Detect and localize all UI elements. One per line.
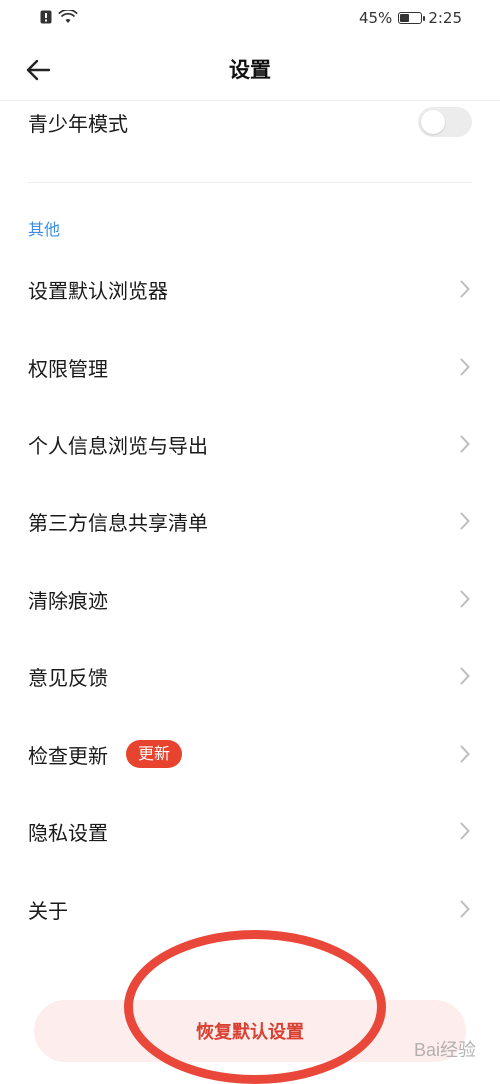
settings-item-label: 清除痕迹 <box>28 588 108 613</box>
battery-icon <box>398 12 426 24</box>
settings-item-default-browser[interactable]: 设置默认浏览器 <box>28 259 472 319</box>
settings-item-clear-traces[interactable]: 清除痕迹 <box>28 569 472 629</box>
status-right: 45% 2:25 <box>359 9 462 27</box>
chevron-right-icon <box>458 589 472 609</box>
settings-item-personal-info[interactable]: 个人信息浏览与导出 <box>28 414 472 474</box>
settings-item-label: 意见反馈 <box>28 665 108 690</box>
settings-item-permissions[interactable]: 权限管理 <box>28 337 472 397</box>
check-update-left: 检查更新 更新 <box>28 740 183 769</box>
youth-mode-toggle[interactable] <box>418 107 472 137</box>
settings-item-label: 权限管理 <box>28 356 108 381</box>
youth-mode-label: 青少年模式 <box>28 111 128 136</box>
toggle-knob <box>421 110 445 134</box>
chevron-right-icon <box>458 821 472 841</box>
chevron-right-icon <box>458 279 472 299</box>
settings-item-feedback[interactable]: 意见反馈 <box>28 646 472 706</box>
notification-alert-icon <box>40 10 52 24</box>
wifi-icon <box>58 10 78 23</box>
battery-percent: 45% <box>358 9 393 27</box>
status-bar: 45% 2:25 <box>0 0 500 38</box>
settings-item-privacy[interactable]: 隐私设置 <box>28 801 472 861</box>
settings-item-third-party-sharing[interactable]: 第三方信息共享清单 <box>28 491 472 551</box>
chevron-right-icon <box>458 357 472 377</box>
chevron-right-icon <box>458 744 472 764</box>
section-divider <box>28 182 472 183</box>
settings-item-label: 个人信息浏览与导出 <box>28 433 208 458</box>
settings-item-label: 设置默认浏览器 <box>28 278 168 303</box>
settings-item-about[interactable]: 关于 <box>28 879 472 939</box>
chevron-right-icon <box>458 434 472 454</box>
youth-mode-row: 青少年模式 <box>28 92 472 152</box>
page-title: 设置 <box>229 58 271 82</box>
section-title-other: 其他 <box>28 220 61 239</box>
settings-item-label: 检查更新 <box>28 743 108 768</box>
status-left <box>40 10 78 24</box>
chevron-right-icon <box>458 511 472 531</box>
update-badge: 更新 <box>126 740 183 768</box>
chevron-right-icon <box>458 666 472 686</box>
settings-item-label: 第三方信息共享清单 <box>28 510 208 535</box>
reset-defaults-button[interactable]: 恢复默认设置 <box>34 1000 466 1062</box>
settings-item-check-update[interactable]: 检查更新 更新 <box>28 724 472 784</box>
chevron-right-icon <box>458 899 472 919</box>
settings-item-label: 隐私设置 <box>28 820 108 845</box>
settings-item-label: 关于 <box>28 898 68 923</box>
battery-fill <box>400 14 410 22</box>
clock: 2:25 <box>428 9 462 27</box>
watermark: Bai经验 <box>413 1040 476 1060</box>
